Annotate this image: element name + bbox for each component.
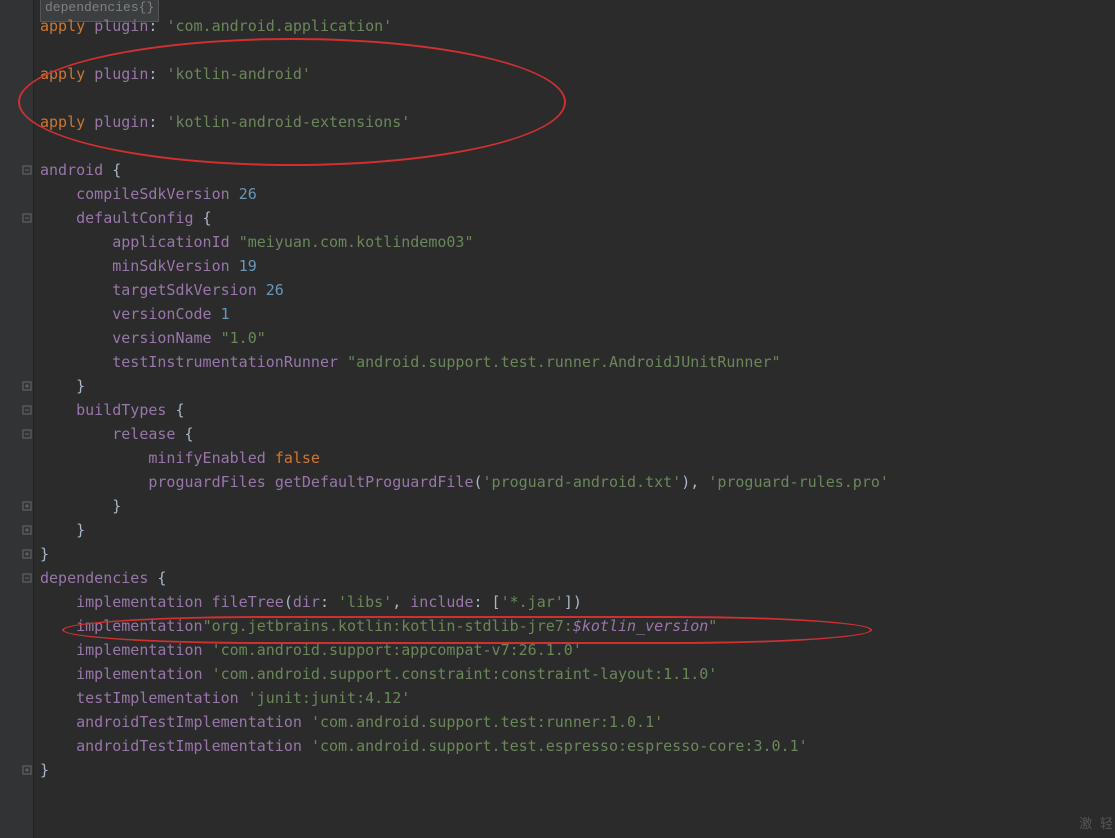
token-str: 'com.android.support.test.espresso:espre… <box>311 737 808 755</box>
token-str: 'libs' <box>338 593 392 611</box>
token-prop: buildTypes <box>76 401 166 419</box>
token-prop: fileTree <box>212 593 284 611</box>
fold-close-icon[interactable] <box>22 549 32 559</box>
token-num: 19 <box>239 257 257 275</box>
token-str: 'kotlin-android' <box>166 65 311 83</box>
token-prop: include <box>410 593 473 611</box>
code-area[interactable]: apply plugin: 'com.android.application' … <box>40 14 889 806</box>
token-prop: plugin <box>94 113 148 131</box>
token-prop: dependencies <box>40 569 148 587</box>
token-prop: dir <box>293 593 320 611</box>
token-prop: androidTestImplementation <box>76 713 302 731</box>
token-str: 'com.android.support.constraint:constrai… <box>212 665 718 683</box>
fold-open-icon[interactable] <box>22 165 32 175</box>
token-prop: android <box>40 161 103 179</box>
token-num: 26 <box>239 185 257 203</box>
token-prop: testImplementation <box>76 689 239 707</box>
token-prop: defaultConfig <box>76 209 193 227</box>
token-str: "android.support.test.runner.AndroidJUni… <box>347 353 780 371</box>
token-prop: testInstrumentationRunner <box>112 353 338 371</box>
token-str: "meiyuan.com.kotlindemo03" <box>239 233 474 251</box>
token-prop: implementation <box>76 665 202 683</box>
token-str: 'proguard-android.txt' <box>483 473 682 491</box>
token-prop: applicationId <box>112 233 229 251</box>
token-str: '*.jar' <box>501 593 564 611</box>
token-kw: false <box>275 449 320 467</box>
token-str: 'com.android.support:appcompat-v7:26.1.0… <box>212 641 582 659</box>
token-prop: targetSdkVersion <box>112 281 257 299</box>
fold-open-icon[interactable] <box>22 405 32 415</box>
token-str: "1.0" <box>221 329 266 347</box>
fold-close-icon[interactable] <box>22 501 32 511</box>
token-str: "org.jetbrains.kotlin:kotlin-stdlib-jre7… <box>203 617 573 635</box>
token-prop: release <box>112 425 175 443</box>
token-num: 1 <box>221 305 230 323</box>
token-prop: getDefaultProguardFile <box>275 473 474 491</box>
token-kw: apply <box>40 65 94 83</box>
fold-close-icon[interactable] <box>22 381 32 391</box>
token-prop: plugin <box>94 17 148 35</box>
token-kw: apply <box>40 113 94 131</box>
token-str: 'junit:junit:4.12' <box>248 689 411 707</box>
fold-open-icon[interactable] <box>22 429 32 439</box>
token-prop: implementation <box>76 617 202 635</box>
gutter <box>0 0 34 838</box>
code-editor[interactable]: dependencies{} apply plugin: 'com.androi… <box>0 0 1115 838</box>
token-str: 'kotlin-android-extensions' <box>166 113 410 131</box>
token-prop: implementation <box>76 641 202 659</box>
token-prop: minSdkVersion <box>112 257 229 275</box>
token-prop: versionCode <box>112 305 211 323</box>
token-str: 'proguard-rules.pro' <box>708 473 889 491</box>
token-prop: androidTestImplementation <box>76 737 302 755</box>
side-hint-chars: 激 轻 <box>1079 818 1113 832</box>
fold-close-icon[interactable] <box>22 525 32 535</box>
token-num: 26 <box>266 281 284 299</box>
token-str: " <box>708 617 717 635</box>
token-prop: proguardFiles <box>148 473 265 491</box>
fold-open-icon[interactable] <box>22 573 32 583</box>
token-str: 'com.android.support.test:runner:1.0.1' <box>311 713 663 731</box>
token-prop: versionName <box>112 329 211 347</box>
token-prop: compileSdkVersion <box>76 185 230 203</box>
fold-open-icon[interactable] <box>22 213 32 223</box>
token-prop: minifyEnabled <box>148 449 265 467</box>
token-var: $kotlin_version <box>573 617 708 635</box>
token-kw: apply <box>40 17 94 35</box>
token-prop: implementation <box>76 593 202 611</box>
fold-close-icon[interactable] <box>22 765 32 775</box>
token-prop: plugin <box>94 65 148 83</box>
token-str: 'com.android.application' <box>166 17 392 35</box>
